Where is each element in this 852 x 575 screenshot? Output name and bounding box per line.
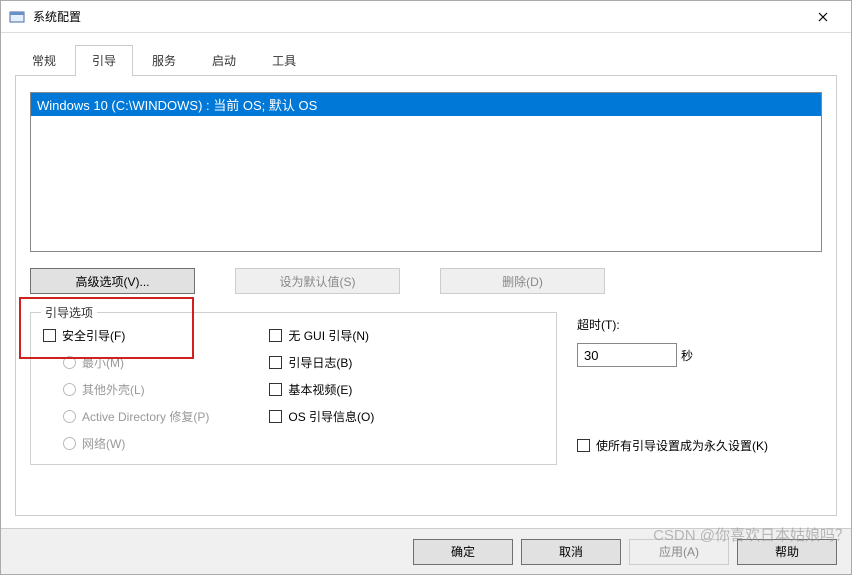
window: 系统配置 常规 引导 服务 启动 工具 Windows 10 (C:\WINDO… <box>0 0 852 575</box>
titlebar: 系统配置 <box>1 1 851 33</box>
network-label: 网络(W) <box>82 435 125 452</box>
altshell-label: 其他外壳(L) <box>82 381 145 398</box>
checkbox-icon <box>269 356 282 369</box>
checkbox-icon <box>269 410 282 423</box>
basevideo-checkbox[interactable]: 基本视频(E) <box>269 381 374 398</box>
apply-label: 应用(A) <box>659 543 699 560</box>
delete-label: 删除(D) <box>502 273 543 290</box>
tab-services[interactable]: 服务 <box>135 45 193 75</box>
tab-startup[interactable]: 启动 <box>195 45 253 75</box>
boot-list[interactable]: Windows 10 (C:\WINDOWS) : 当前 OS; 默认 OS <box>30 92 822 252</box>
cancel-label: 取消 <box>559 543 583 560</box>
advanced-options-label: 高级选项(V)... <box>76 273 150 290</box>
help-button[interactable]: 帮助 <box>737 539 837 565</box>
checkbox-icon <box>269 329 282 342</box>
tabcontent-boot: Windows 10 (C:\WINDOWS) : 当前 OS; 默认 OS 高… <box>15 76 837 516</box>
content: 常规 引导 服务 启动 工具 Windows 10 (C:\WINDOWS) :… <box>1 33 851 528</box>
set-default-button: 设为默认值(S) <box>235 268 400 294</box>
nogui-label: 无 GUI 引导(N) <box>288 327 369 344</box>
checkbox-icon <box>269 383 282 396</box>
tab-general[interactable]: 常规 <box>15 45 73 75</box>
radio-icon <box>63 356 76 369</box>
boot-options-group: 引导选项 安全引导(F) 最小(M) 其他外壳(L) Active Direct… <box>30 312 557 465</box>
ok-button[interactable]: 确定 <box>413 539 513 565</box>
tab-tools[interactable]: 工具 <box>255 45 313 75</box>
boot-options-col2: 无 GUI 引导(N) 引导日志(B) 基本视频(E) OS 引导信息(O) <box>269 327 374 452</box>
radio-icon <box>63 410 76 423</box>
checkbox-icon <box>43 329 56 342</box>
lower-area: 引导选项 安全引导(F) 最小(M) 其他外壳(L) Active Direct… <box>30 312 822 465</box>
adrepair-label: Active Directory 修复(P) <box>82 408 209 425</box>
timeout-input[interactable] <box>577 343 677 367</box>
permanent-label: 使所有引导设置成为永久设置(K) <box>596 437 768 454</box>
delete-button: 删除(D) <box>440 268 605 294</box>
window-title: 系统配置 <box>33 8 803 25</box>
tabstrip: 常规 引导 服务 启动 工具 <box>15 45 837 76</box>
minimal-radio: 最小(M) <box>63 354 209 371</box>
help-label: 帮助 <box>775 543 799 560</box>
set-default-label: 设为默认值(S) <box>280 273 356 290</box>
timeout-label: 超时(T): <box>577 316 822 333</box>
adrepair-radio: Active Directory 修复(P) <box>63 408 209 425</box>
timeout-suffix: 秒 <box>681 347 693 364</box>
boot-options-col1: 安全引导(F) 最小(M) 其他外壳(L) Active Directory 修… <box>43 327 209 452</box>
close-icon[interactable] <box>803 3 843 31</box>
radio-icon <box>63 383 76 396</box>
bootlog-checkbox[interactable]: 引导日志(B) <box>269 354 374 371</box>
timeout-row: 秒 <box>577 343 822 367</box>
timeout-area: 超时(T): 秒 使所有引导设置成为永久设置(K) <box>577 312 822 465</box>
minimal-label: 最小(M) <box>82 354 124 371</box>
ok-label: 确定 <box>451 543 475 560</box>
bootlog-label: 引导日志(B) <box>288 354 352 371</box>
safeboot-label: 安全引导(F) <box>62 327 125 344</box>
radio-icon <box>63 437 76 450</box>
dialog-footer: 确定 取消 应用(A) 帮助 <box>1 528 851 574</box>
nogui-checkbox[interactable]: 无 GUI 引导(N) <box>269 327 374 344</box>
boot-button-row: 高级选项(V)... 设为默认值(S) 删除(D) <box>30 268 822 294</box>
permanent-checkbox[interactable]: 使所有引导设置成为永久设置(K) <box>577 437 822 454</box>
basevideo-label: 基本视频(E) <box>288 381 352 398</box>
safeboot-checkbox[interactable]: 安全引导(F) <box>43 327 209 344</box>
osbootinfo-checkbox[interactable]: OS 引导信息(O) <box>269 408 374 425</box>
app-icon <box>9 9 25 25</box>
boot-options-legend: 引导选项 <box>41 304 97 321</box>
altshell-radio: 其他外壳(L) <box>63 381 209 398</box>
cancel-button[interactable]: 取消 <box>521 539 621 565</box>
osbootinfo-label: OS 引导信息(O) <box>288 408 374 425</box>
tab-boot[interactable]: 引导 <box>75 45 133 76</box>
advanced-options-button[interactable]: 高级选项(V)... <box>30 268 195 294</box>
boot-options-columns: 安全引导(F) 最小(M) 其他外壳(L) Active Directory 修… <box>43 327 544 452</box>
boot-list-item[interactable]: Windows 10 (C:\WINDOWS) : 当前 OS; 默认 OS <box>31 93 821 116</box>
network-radio: 网络(W) <box>63 435 209 452</box>
apply-button: 应用(A) <box>629 539 729 565</box>
checkbox-icon <box>577 439 590 452</box>
